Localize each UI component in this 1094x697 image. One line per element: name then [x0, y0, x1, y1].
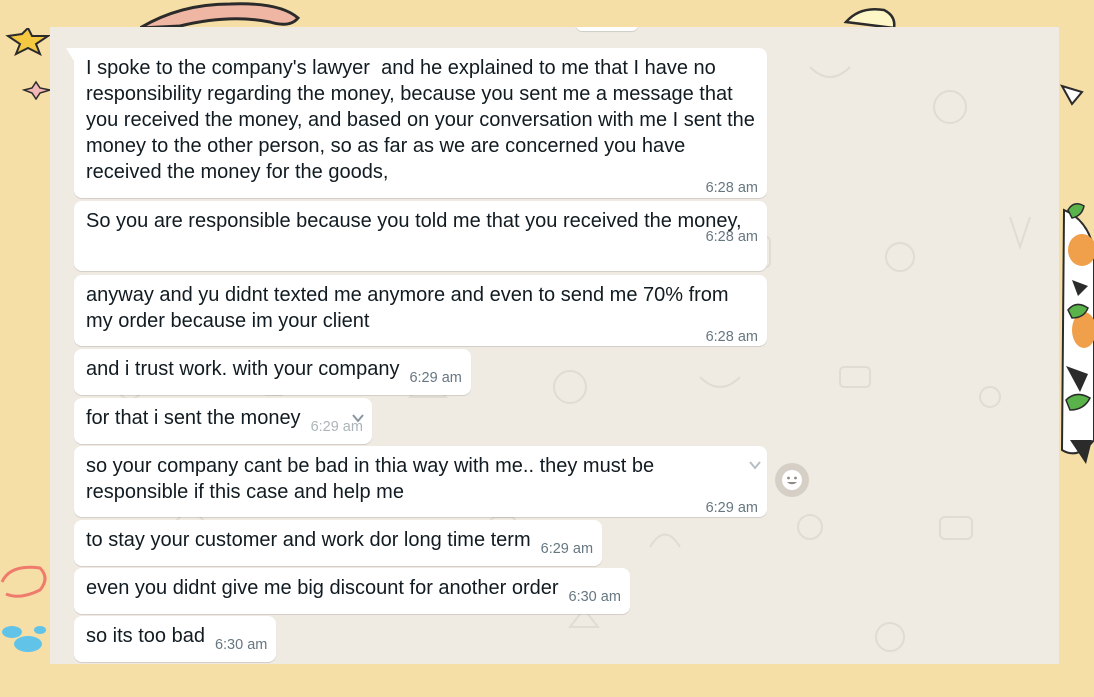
wallpaper-sausage-icon: [140, 2, 301, 30]
wallpaper-ring-icon: [0, 565, 47, 598]
message-bubble[interactable]: and i trust work. with your company 6:29 …: [74, 349, 471, 395]
message-bubble[interactable]: So you are responsible because you told …: [74, 201, 767, 271]
message-text: to stay your customer and work dor long …: [86, 529, 531, 551]
message-text: for that i sent the money: [86, 407, 301, 429]
message-text: so your company cant be bad in thia way …: [86, 455, 660, 503]
wallpaper-small-star-icon: [22, 80, 51, 100]
message-bubble[interactable]: to stay your customer and work dor long …: [74, 520, 603, 566]
wallpaper-cow-icon: [1059, 84, 1094, 464]
message-text: I spoke to the company's lawyer and he e…: [86, 57, 761, 183]
message-text: and i trust work. with your company: [86, 358, 400, 380]
smiley-icon: [782, 470, 802, 490]
reaction-button[interactable]: [775, 463, 809, 497]
message-text: even you didnt give me big discount for …: [86, 577, 559, 599]
wallpaper-drops-icon: [2, 626, 46, 652]
message-bubble[interactable]: anyway and yu didnt texted me anymore an…: [74, 275, 767, 346]
message-timestamp: 6:30 am: [568, 589, 621, 605]
chevron-down-icon[interactable]: [352, 413, 364, 423]
message-bubble[interactable]: so its too bad 6:30 am: [74, 616, 277, 662]
message-text: so its too bad: [86, 625, 205, 647]
message-bubble[interactable]: for that i sent the money 6:29 am: [74, 398, 372, 444]
message-timestamp: 6:29 am: [409, 370, 462, 386]
message-bubble[interactable]: so your company cant be bad in thia way …: [74, 446, 767, 517]
message-timestamp: 6:29 am: [540, 541, 594, 557]
previous-message-edge: [576, 27, 638, 31]
chat-pane: I spoke to the company's lawyer and he e…: [50, 27, 1059, 664]
message-text: anyway and yu didnt texted me anymore an…: [86, 284, 735, 332]
message-timestamp: 6:30 am: [214, 637, 268, 653]
bubble-tail: [66, 48, 74, 61]
message-bubble[interactable]: I spoke to the company's lawyer and he e…: [66, 48, 767, 198]
message-text: So you are responsible because you told …: [86, 210, 742, 232]
wallpaper-star-icon: [5, 28, 52, 56]
chevron-down-icon[interactable]: [749, 460, 761, 470]
message-bubble[interactable]: even you didnt give me big discount for …: [74, 568, 630, 614]
wallpaper-lemon-icon: [843, 8, 896, 30]
